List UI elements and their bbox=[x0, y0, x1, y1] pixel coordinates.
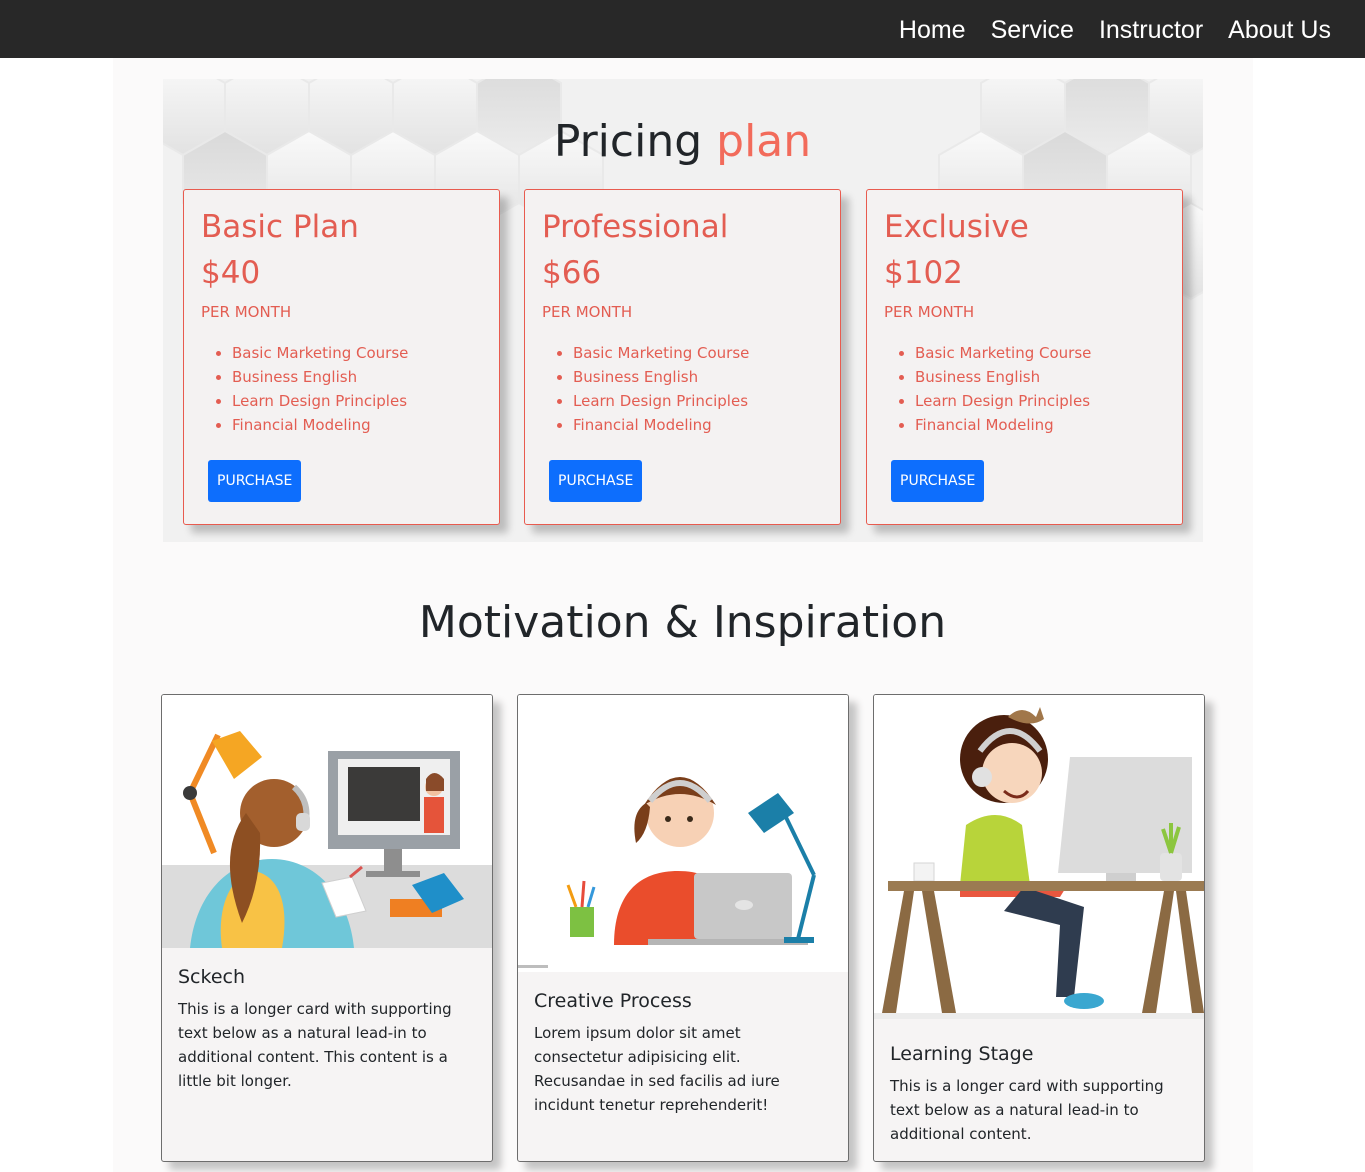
nav-link-about-us[interactable]: About Us bbox=[1228, 14, 1331, 46]
motivation-card-creative-process: Creative Process Lorem ipsum dolor sit a… bbox=[517, 694, 849, 1162]
pricing-title-main: Pricing bbox=[553, 116, 703, 167]
card-text: Lorem ipsum dolor sit amet consectetur a… bbox=[534, 1024, 780, 1114]
plan-feature: Business English bbox=[915, 365, 1091, 389]
nav-link-service[interactable]: Service bbox=[991, 14, 1074, 46]
card-title: Creative Process bbox=[534, 990, 692, 1012]
plan-price: $40 bbox=[201, 255, 261, 291]
plan-card-basic: Basic Plan $40 PER MONTH Basic Marketing… bbox=[183, 189, 500, 525]
plan-feature: Basic Marketing Course bbox=[232, 341, 408, 365]
motivation-card-sketch: Sckech This is a longer card with suppor… bbox=[161, 694, 493, 1162]
card-title: Learning Stage bbox=[890, 1043, 1034, 1065]
nav-links: Home Service Instructor About Us bbox=[899, 14, 1331, 46]
plan-card-exclusive: Exclusive $102 PER MONTH Basic Marketing… bbox=[866, 189, 1183, 525]
plan-period: PER MONTH bbox=[542, 303, 633, 321]
plan-feature: Basic Marketing Course bbox=[573, 341, 749, 365]
plan-name: Basic Plan bbox=[201, 209, 359, 245]
girl-desk-computer-illustration bbox=[874, 695, 1204, 1019]
plan-period: PER MONTH bbox=[884, 303, 975, 321]
plan-price: $66 bbox=[542, 255, 602, 291]
plan-feature: Basic Marketing Course bbox=[915, 341, 1091, 365]
nav-link-instructor[interactable]: Instructor bbox=[1099, 14, 1203, 46]
card-text: This is a longer card with supporting te… bbox=[890, 1077, 1164, 1143]
plan-price: $102 bbox=[884, 255, 963, 291]
motivation-title: Motivation & Inspiration bbox=[418, 597, 947, 648]
pricing-title-accent: plan bbox=[716, 116, 812, 167]
purchase-button[interactable]: PURCHASE bbox=[549, 460, 643, 502]
pricing-title: Pricing plan bbox=[0, 116, 1365, 168]
plan-period: PER MONTH bbox=[201, 303, 292, 321]
plan-name: Professional bbox=[542, 209, 729, 245]
plan-feature: Financial Modeling bbox=[915, 413, 1091, 437]
plan-name: Exclusive bbox=[884, 209, 1029, 245]
plan-feature: Business English bbox=[573, 365, 749, 389]
purchase-button[interactable]: PURCHASE bbox=[891, 460, 985, 502]
card-title: Sckech bbox=[178, 966, 246, 988]
motivation-card-learning-stage: Learning Stage This is a longer card wit… bbox=[873, 694, 1205, 1162]
plan-feature: Learn Design Principles bbox=[232, 389, 408, 413]
plan-features: Basic Marketing Course Business English … bbox=[573, 341, 749, 437]
plan-feature: Learn Design Principles bbox=[573, 389, 749, 413]
girl-laptop-illustration bbox=[518, 695, 848, 972]
student-online-class-illustration bbox=[162, 695, 492, 948]
card-text: This is a longer card with supporting te… bbox=[178, 1000, 452, 1090]
purchase-button[interactable]: PURCHASE bbox=[208, 460, 302, 502]
plan-features: Basic Marketing Course Business English … bbox=[915, 341, 1091, 437]
plan-features: Basic Marketing Course Business English … bbox=[232, 341, 408, 437]
nav-link-home[interactable]: Home bbox=[899, 14, 966, 46]
plan-feature: Financial Modeling bbox=[573, 413, 749, 437]
plan-feature: Learn Design Principles bbox=[915, 389, 1091, 413]
top-navbar: Home Service Instructor About Us bbox=[0, 0, 1365, 58]
plan-feature: Financial Modeling bbox=[232, 413, 408, 437]
plan-card-professional: Professional $66 PER MONTH Basic Marketi… bbox=[524, 189, 841, 525]
plan-feature: Business English bbox=[232, 365, 408, 389]
